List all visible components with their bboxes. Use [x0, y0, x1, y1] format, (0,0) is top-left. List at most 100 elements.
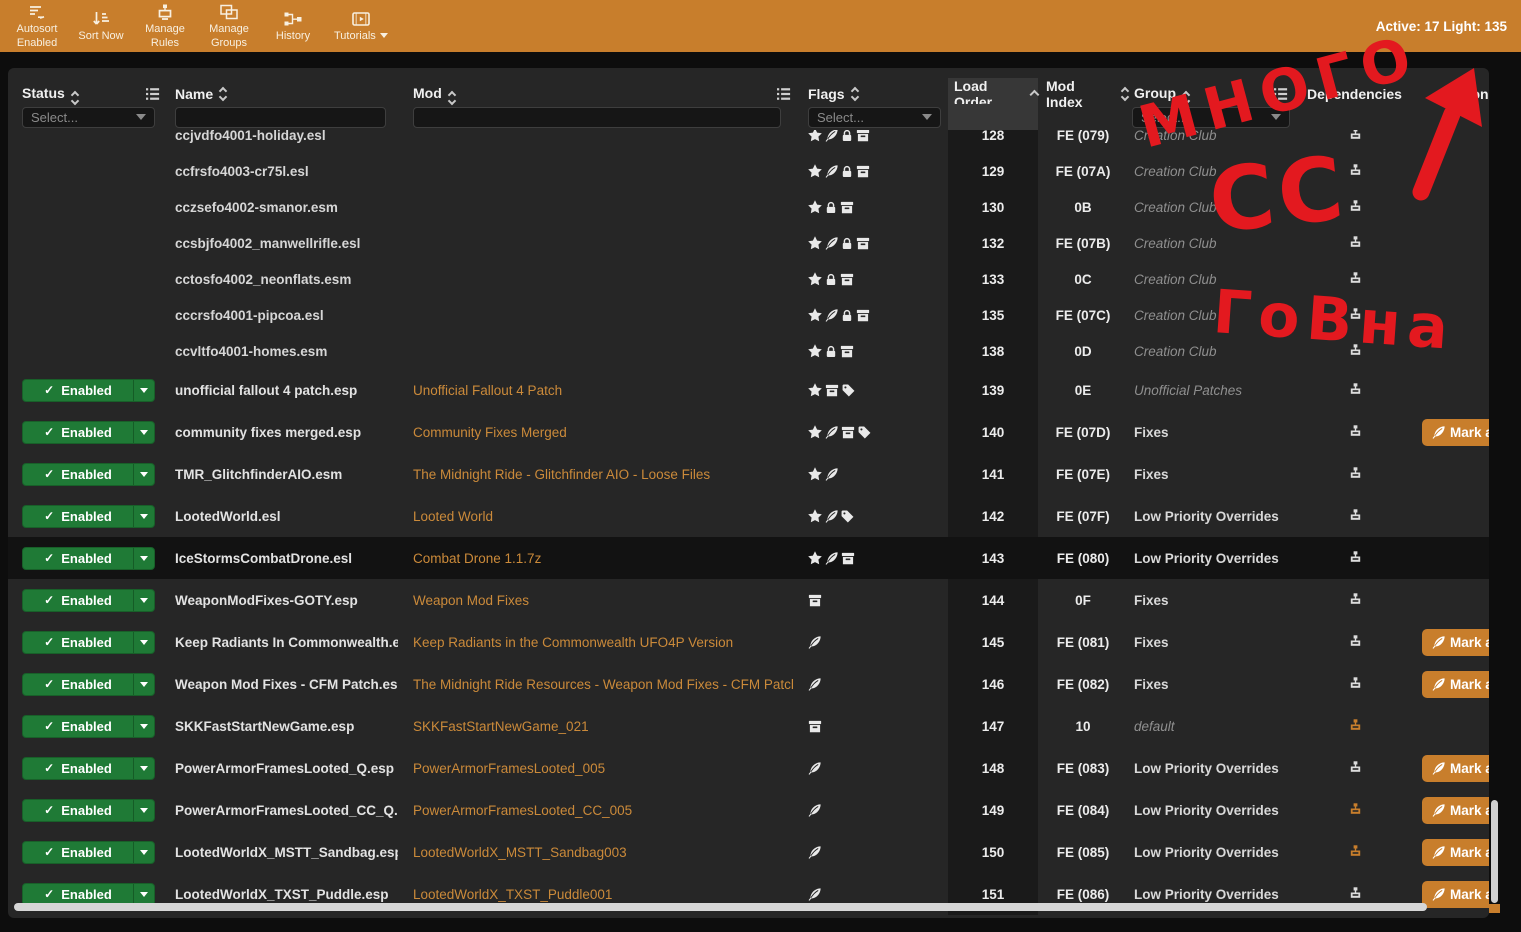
status-dropdown-caret[interactable] — [133, 379, 154, 401]
autosort-button[interactable]: Autosort Enabled — [14, 2, 60, 51]
plugin-status-toggle[interactable]: ✓ Enabled — [22, 504, 155, 528]
table-row[interactable]: ✓ Enabled LootedWorldX_MSTT_Sandbag.esp L… — [8, 831, 1489, 873]
dependencies-icon[interactable] — [1348, 761, 1363, 775]
plugin-status-toggle[interactable]: ✓ Enabled — [22, 672, 155, 696]
mod-link[interactable]: SKKFastStartNewGame_021 — [413, 719, 589, 734]
dependencies-icon[interactable] — [1348, 130, 1363, 142]
status-dropdown-caret[interactable] — [133, 505, 154, 527]
table-row[interactable]: ccsbjfo4002_manwellrifle.esl 132 FE (07B… — [8, 225, 1489, 261]
plugin-status-toggle[interactable]: ✓ Enabled — [22, 630, 155, 654]
dependencies-icon[interactable] — [1348, 383, 1363, 397]
mod-filter-input[interactable] — [413, 106, 781, 128]
dependencies-icon[interactable] — [1348, 887, 1363, 901]
status-dropdown-caret[interactable] — [133, 841, 154, 863]
mod-link[interactable]: Weapon Mod Fixes — [413, 593, 529, 608]
table-row[interactable]: ✓ Enabled Keep Radiants In Commonwealth.e… — [8, 621, 1489, 663]
dependencies-icon[interactable] — [1348, 272, 1363, 286]
dependencies-icon[interactable] — [1348, 509, 1363, 523]
status-filter-select[interactable]: Select... — [22, 106, 155, 128]
plugin-status-toggle[interactable]: ✓ Enabled — [22, 798, 155, 822]
table-row[interactable]: ccjvdfo4001-holiday.esl 128 FE (079) Cre… — [8, 130, 1489, 153]
manage-groups-button[interactable]: Manage Groups — [206, 2, 252, 51]
tutorials-button[interactable]: Tutorials — [334, 9, 388, 44]
dependencies-icon[interactable] — [1348, 467, 1363, 481]
group-by-list-icon[interactable] — [145, 87, 160, 101]
plugin-status-toggle[interactable]: ✓ Enabled — [22, 588, 155, 612]
mod-link[interactable]: LootedWorldX_TXST_Puddle001 — [413, 887, 612, 902]
mark-as-button[interactable]: Mark as — [1422, 880, 1489, 908]
sort-now-button[interactable]: Sort Now — [78, 9, 124, 44]
group-filter-select[interactable]: Select... — [1132, 106, 1290, 128]
column-header-dependencies[interactable]: Dependencies — [1290, 86, 1420, 102]
mark-as-button[interactable]: Mark as — [1422, 670, 1489, 698]
mark-as-button[interactable]: Mark as — [1422, 754, 1489, 782]
status-dropdown-caret[interactable] — [133, 463, 154, 485]
mod-link[interactable]: Community Fixes Merged — [413, 425, 567, 440]
dependencies-icon[interactable] — [1348, 164, 1363, 178]
table-row[interactable]: ccvltfo4001-homes.esm 138 0D Creation Cl… — [8, 333, 1489, 369]
dependencies-icon[interactable] — [1348, 593, 1363, 607]
horizontal-scrollbar[interactable] — [14, 903, 1427, 911]
column-header-name[interactable]: Name — [160, 86, 398, 102]
table-row[interactable]: ✓ Enabled Weapon Mod Fixes - CFM Patch.es… — [8, 663, 1489, 705]
table-row[interactable]: ccfrsfo4003-cr75l.esl 129 FE (07A) Creat… — [8, 153, 1489, 189]
plugin-status-toggle[interactable]: ✓ Enabled — [22, 378, 155, 402]
status-dropdown-caret[interactable] — [133, 883, 154, 905]
table-row[interactable]: ✓ Enabled community fixes merged.esp Comm… — [8, 411, 1489, 453]
group-by-list-icon[interactable] — [1273, 87, 1288, 101]
plugin-status-toggle[interactable]: ✓ Enabled — [22, 840, 155, 864]
status-dropdown-caret[interactable] — [133, 673, 154, 695]
vertical-scrollbar[interactable] — [1491, 800, 1498, 903]
dependencies-icon[interactable] — [1348, 200, 1363, 214]
mark-as-button[interactable]: Mark as — [1422, 838, 1489, 866]
dependencies-icon[interactable] — [1348, 803, 1363, 817]
table-row[interactable]: ✓ Enabled SKKFastStartNewGame.esp SKKFast… — [8, 705, 1489, 747]
status-dropdown-caret[interactable] — [133, 757, 154, 779]
column-header-group[interactable]: Group — [1134, 85, 1191, 105]
dependencies-icon[interactable] — [1348, 845, 1363, 859]
status-dropdown-caret[interactable] — [133, 631, 154, 653]
name-filter-input[interactable] — [175, 106, 386, 128]
mark-as-button[interactable]: Mark as — [1422, 796, 1489, 824]
status-dropdown-caret[interactable] — [133, 589, 154, 611]
mark-as-button[interactable]: Mark as — [1422, 418, 1489, 446]
flags-filter-select[interactable]: Select... — [808, 106, 941, 128]
dependencies-icon[interactable] — [1348, 677, 1363, 691]
dependencies-icon[interactable] — [1348, 425, 1363, 439]
plugin-status-toggle[interactable]: ✓ Enabled — [22, 420, 155, 444]
table-row[interactable]: ✓ Enabled PowerArmorFramesLooted_CC_Q.esp… — [8, 789, 1489, 831]
plugin-status-toggle[interactable]: ✓ Enabled — [22, 714, 155, 738]
status-dropdown-caret[interactable] — [133, 421, 154, 443]
table-row[interactable]: ✓ Enabled unofficial fallout 4 patch.esp … — [8, 369, 1489, 411]
column-header-mod[interactable]: Mod — [413, 85, 457, 105]
table-row[interactable]: cccrsfo4001-pipcoa.esl 135 FE (07C) Crea… — [8, 297, 1489, 333]
mark-as-button[interactable]: Mark as — [1422, 628, 1489, 656]
plugin-status-toggle[interactable]: ✓ Enabled — [22, 546, 155, 570]
dependencies-icon[interactable] — [1348, 344, 1363, 358]
mod-link[interactable]: Looted World — [413, 509, 493, 524]
mod-link[interactable]: LootedWorldX_MSTT_Sandbag003 — [413, 845, 627, 860]
column-header-status[interactable]: Status — [22, 85, 80, 105]
table-row[interactable]: ✓ Enabled WeaponModFixes-GOTY.esp Weapon … — [8, 579, 1489, 621]
mod-link[interactable]: Combat Drone 1.1.7z — [413, 551, 541, 566]
table-row[interactable]: cczsefo4002-smanor.esm 130 0B Creation C… — [8, 189, 1489, 225]
dependencies-icon[interactable] — [1348, 236, 1363, 250]
manage-rules-button[interactable]: Manage Rules — [142, 2, 188, 51]
table-row[interactable]: ✓ Enabled TMR_GlitchfinderAIO.esm The Mid… — [8, 453, 1489, 495]
status-dropdown-caret[interactable] — [133, 547, 154, 569]
dependencies-icon[interactable] — [1348, 635, 1363, 649]
dependencies-icon[interactable] — [1348, 308, 1363, 322]
mod-link[interactable]: PowerArmorFramesLooted_CC_005 — [413, 803, 632, 818]
history-button[interactable]: History — [270, 9, 316, 44]
mod-link[interactable]: PowerArmorFramesLooted_005 — [413, 761, 605, 776]
mod-link[interactable]: Keep Radiants in the Commonwealth UFO4P … — [413, 635, 733, 650]
status-dropdown-caret[interactable] — [133, 799, 154, 821]
dependencies-icon[interactable] — [1348, 551, 1363, 565]
table-row[interactable]: ✓ Enabled IceStormsCombatDrone.esl Combat… — [8, 537, 1489, 579]
mod-link[interactable]: The Midnight Ride - Glitchfinder AIO - L… — [413, 467, 710, 482]
dependencies-icon[interactable] — [1348, 719, 1363, 733]
column-header-flags[interactable]: Flags — [793, 86, 948, 102]
table-row[interactable]: cctosfo4002_neonflats.esm 133 0C Creatio… — [8, 261, 1489, 297]
mod-link[interactable]: The Midnight Ride Resources - Weapon Mod… — [413, 677, 793, 692]
status-dropdown-caret[interactable] — [133, 715, 154, 737]
